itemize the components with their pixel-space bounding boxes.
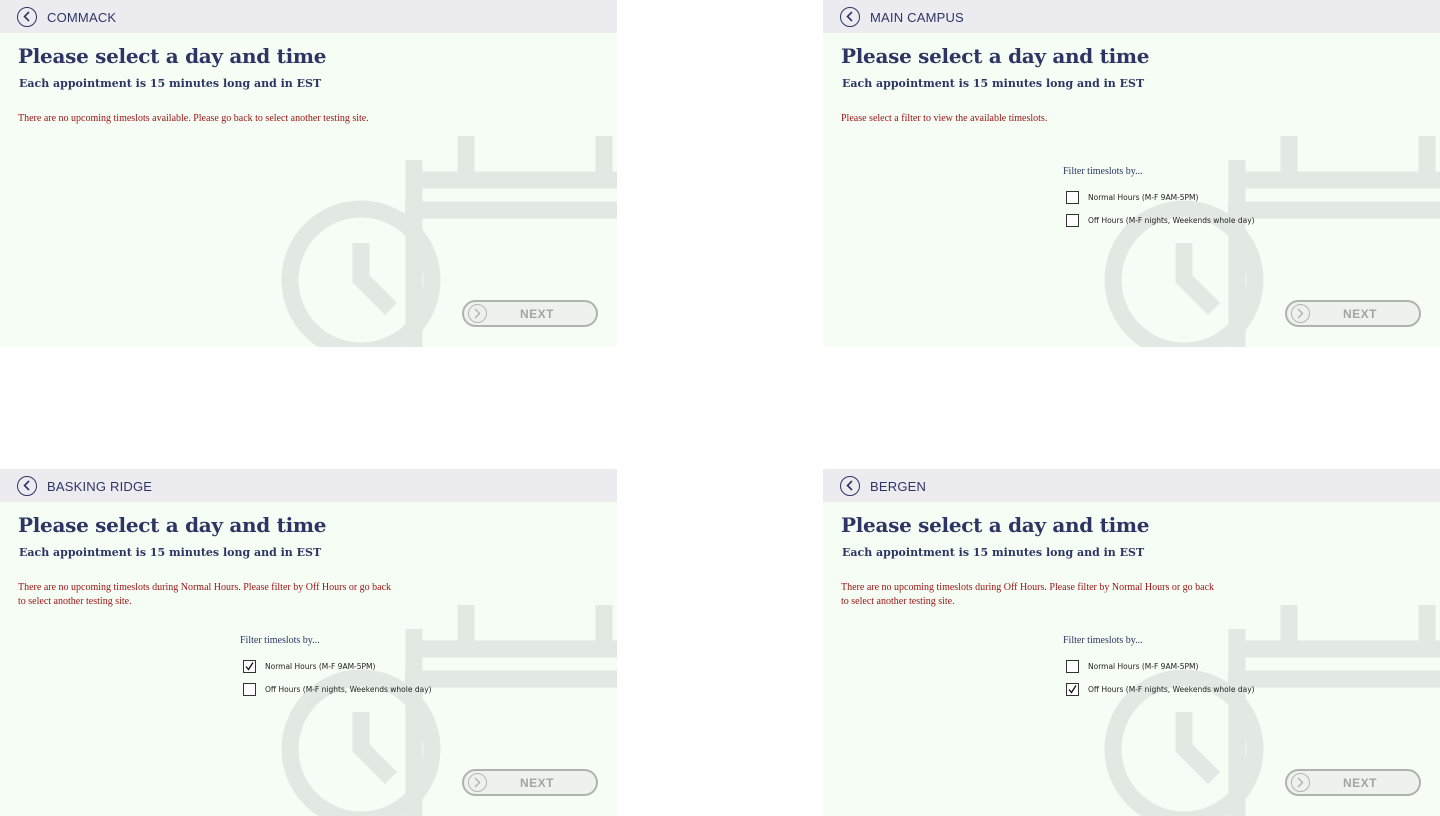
next-button[interactable]: NEXT: [1285, 769, 1421, 796]
filter-option-off-hours[interactable]: Off Hours (M-F nights, Weekends whole da…: [1063, 209, 1255, 232]
timeslot-filter: Filter timeslots by... Normal Hours (M-F…: [1063, 166, 1255, 232]
screen-bergen: BERGEN Please select a day and time Each…: [823, 469, 1440, 816]
content: Please select a day and time Each appoin…: [0, 0, 617, 347]
availability-message: There are no upcoming timeslots during N…: [18, 582, 392, 607]
checkmark-icon: [1068, 685, 1077, 694]
screen-basking-ridge: BASKING RIDGE Please select a day and ti…: [0, 469, 617, 816]
option-label: Normal Hours (M-F 9AM-5PM): [1088, 662, 1199, 671]
checkmark-icon: [245, 662, 254, 671]
page-title: Please select a day and time: [18, 44, 327, 68]
option-label: Off Hours (M-F nights, Weekends whole da…: [1088, 216, 1255, 225]
filter-option-normal-hours[interactable]: Normal Hours (M-F 9AM-5PM): [1063, 655, 1255, 678]
off-hours-checkbox[interactable]: [1066, 683, 1079, 696]
next-button-label: NEXT: [519, 776, 554, 790]
off-hours-checkbox[interactable]: [243, 683, 256, 696]
normal-hours-checkbox[interactable]: [1066, 660, 1079, 673]
availability-message: There are no upcoming timeslots availabl…: [18, 113, 369, 124]
option-label: Off Hours (M-F nights, Weekends whole da…: [265, 685, 432, 694]
filter-option-normal-hours[interactable]: Normal Hours (M-F 9AM-5PM): [1063, 186, 1255, 209]
page-title: Please select a day and time: [841, 513, 1150, 537]
content: Please select a day and time Each appoin…: [0, 469, 617, 816]
page-subtitle: Each appointment is 15 minutes long and …: [19, 546, 322, 559]
next-button-label: NEXT: [519, 307, 554, 321]
option-label: Off Hours (M-F nights, Weekends whole da…: [1088, 685, 1255, 694]
normal-hours-checkbox[interactable]: [1066, 191, 1079, 204]
filter-label: Filter timeslots by...: [1063, 166, 1143, 177]
off-hours-checkbox[interactable]: [1066, 214, 1079, 227]
filter-label: Filter timeslots by...: [240, 635, 320, 646]
page-subtitle: Each appointment is 15 minutes long and …: [19, 77, 322, 90]
page-title: Please select a day and time: [841, 44, 1150, 68]
option-label: Normal Hours (M-F 9AM-5PM): [265, 662, 376, 671]
filter-option-off-hours[interactable]: Off Hours (M-F nights, Weekends whole da…: [1063, 678, 1255, 701]
next-button[interactable]: NEXT: [462, 769, 598, 796]
content: Please select a day and time Each appoin…: [823, 0, 1440, 347]
option-label: Normal Hours (M-F 9AM-5PM): [1088, 193, 1199, 202]
page-subtitle: Each appointment is 15 minutes long and …: [842, 77, 1145, 90]
page-subtitle: Each appointment is 15 minutes long and …: [842, 546, 1145, 559]
page-title: Please select a day and time: [18, 513, 327, 537]
availability-message: There are no upcoming timeslots during O…: [841, 582, 1215, 607]
normal-hours-checkbox[interactable]: [243, 660, 256, 673]
next-button-label: NEXT: [1342, 307, 1377, 321]
next-button[interactable]: NEXT: [1285, 300, 1421, 327]
screen-commack: COMMACK Please select a day and time Eac…: [0, 0, 617, 347]
timeslot-filter: Filter timeslots by... Normal Hours (M-F…: [1063, 635, 1255, 701]
availability-message: Please select a filter to view the avail…: [841, 113, 1048, 124]
filter-option-off-hours[interactable]: Off Hours (M-F nights, Weekends whole da…: [240, 678, 432, 701]
screen-main-campus: MAIN CAMPUS Please select a day and time…: [823, 0, 1440, 347]
timeslot-filter: Filter timeslots by... Normal Hours (M-F…: [240, 635, 432, 701]
next-button-label: NEXT: [1342, 776, 1377, 790]
content: Please select a day and time Each appoin…: [823, 469, 1440, 816]
next-button[interactable]: NEXT: [462, 300, 598, 327]
filter-label: Filter timeslots by...: [1063, 635, 1143, 646]
filter-option-normal-hours[interactable]: Normal Hours (M-F 9AM-5PM): [240, 655, 432, 678]
